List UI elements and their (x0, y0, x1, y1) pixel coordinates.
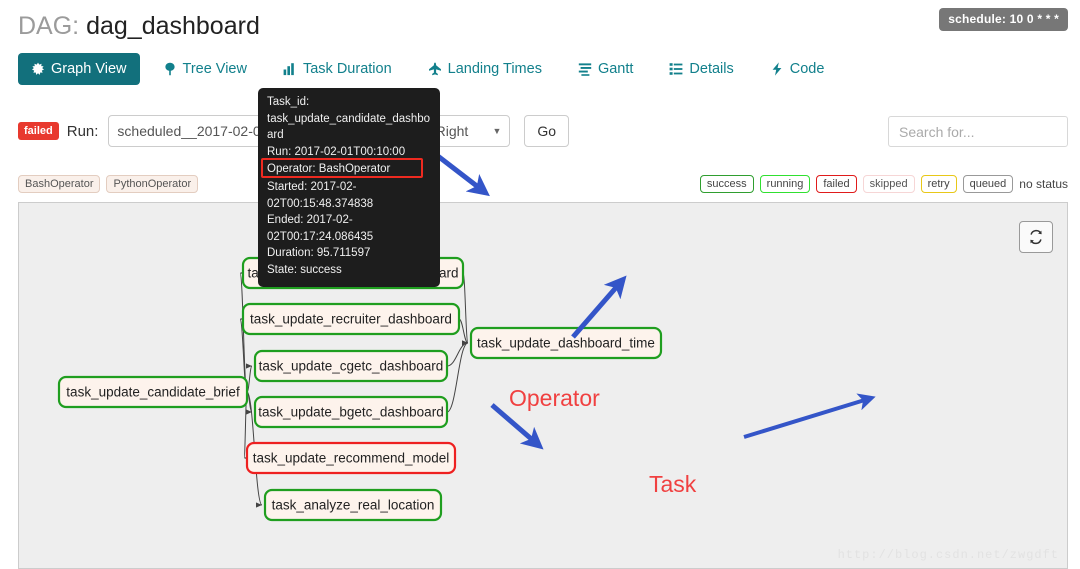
tab-details[interactable]: Details (656, 53, 746, 85)
tooltip-started-label: Started: 2017-02- (267, 180, 357, 193)
tree-icon (163, 62, 177, 76)
plane-icon (428, 62, 441, 76)
status-badge: failed (18, 122, 59, 140)
tab-landing-times[interactable]: Landing Times (415, 53, 555, 85)
bolt-icon (772, 62, 782, 76)
asterisk-icon (31, 62, 45, 76)
gantt-icon (578, 63, 592, 76)
search-input[interactable] (888, 116, 1068, 147)
tab-graph-view[interactable]: Graph View (18, 53, 140, 85)
operator-legend: BashOperator PythonOperator (18, 175, 199, 193)
chevron-down-icon: ▼ (492, 126, 502, 136)
graph-node-n_dash_time[interactable] (469, 326, 663, 360)
tooltip-run: Run: 2017-02-01T00:10:00 (267, 145, 406, 158)
watermark: http://blog.csdn.net/zwgdft (837, 548, 1059, 562)
graph-node-n_bgetc[interactable] (253, 395, 449, 429)
refresh-icon (1030, 229, 1042, 245)
tooltip-task-id-value: task_update_candidate_dashboard (267, 112, 431, 142)
state-chip-failed[interactable]: failed (816, 175, 857, 193)
tooltip-task-id-label: Task_id: (267, 96, 310, 108)
page-title: DAG: dag_dashboard (18, 12, 260, 41)
state-chip-running[interactable]: running (759, 175, 811, 193)
state-chip-skipped[interactable]: skipped (862, 175, 915, 193)
graph-node-n_brief[interactable] (57, 375, 249, 409)
bar-chart-icon (283, 62, 297, 76)
graph-node-n_real_loc[interactable] (263, 488, 443, 522)
bar-chart-icon (283, 63, 294, 76)
state-chip-queued[interactable]: queued (962, 175, 1014, 193)
tooltip-operator: Operator: BashOperator (267, 163, 391, 176)
dag-graph-canvas[interactable]: task_update_candidate_brieftask_update_c… (18, 202, 1068, 569)
page-title-prefix: DAG: (18, 12, 80, 40)
airflow-dag-graph-page: DAG: dag_dashboard schedule: 10 0 * * * … (0, 0, 1080, 569)
page-title-dag-name: dag_dashboard (86, 12, 260, 40)
asterisk-icon (32, 62, 44, 75)
refresh-button[interactable] (1019, 221, 1053, 253)
state-chip-no-status[interactable]: no status (1019, 177, 1068, 191)
state-chip-success[interactable]: success (699, 175, 754, 193)
tooltip-state: State: success (267, 263, 342, 276)
run-label: Run: (66, 122, 99, 140)
go-button[interactable]: Go (524, 115, 570, 147)
tooltip-started-value: 02T00:15:48.374838 (267, 197, 374, 210)
tab-label: Landing Times (447, 61, 542, 77)
tooltip-ended-value: 02T00:17:24.086435 (267, 230, 374, 243)
tab-label: Tree View (182, 61, 247, 77)
dag-graph-svg (57, 256, 663, 522)
tab-gantt[interactable]: Gantt (565, 53, 646, 85)
tab-label: Graph View (51, 61, 127, 77)
list-icon (670, 63, 683, 75)
state-legend: success running failed skipped retry queued no… (699, 175, 1068, 193)
operator-chip-pythonoperator[interactable]: PythonOperator (106, 175, 199, 193)
tab-label: Details (689, 61, 734, 77)
tree-icon (164, 62, 175, 76)
task-instance-tooltip: Task_id: task_update_candidate_dashboard… (258, 88, 440, 287)
graph-nodes (57, 256, 663, 522)
tab-label: Task Duration (302, 61, 392, 77)
plane-icon (428, 62, 442, 76)
tooltip-operator-highlight: Operator: BashOperator (261, 158, 431, 179)
state-chip-retry[interactable]: retry (920, 175, 957, 193)
graph-node-n_recommend[interactable] (245, 441, 457, 475)
graph-node-n_cgetc[interactable] (253, 349, 449, 383)
tab-label: Code (789, 61, 825, 77)
tab-tree-view[interactable]: Tree View (150, 53, 260, 85)
gantt-icon (578, 62, 592, 76)
graph-edge-n_bgetc-to-n_dash_time (446, 340, 469, 413)
list-icon (669, 62, 683, 76)
tooltip-ended-label: Ended: 2017-02- (267, 214, 353, 227)
tab-code[interactable]: Code (757, 53, 838, 85)
tab-label: Gantt (597, 61, 634, 77)
operator-chip-bashoperator[interactable]: BashOperator (18, 175, 101, 193)
tab-task-duration[interactable]: Task Duration (270, 53, 405, 85)
view-tabs: Graph View Tree View Task Duration Landing … (18, 53, 847, 85)
tooltip-duration: Duration: 95.711597 (267, 247, 371, 260)
bolt-icon (770, 62, 784, 76)
schedule-badge: schedule: 10 0 * * * (939, 8, 1068, 31)
graph-node-n_recr_dash[interactable] (241, 302, 461, 336)
